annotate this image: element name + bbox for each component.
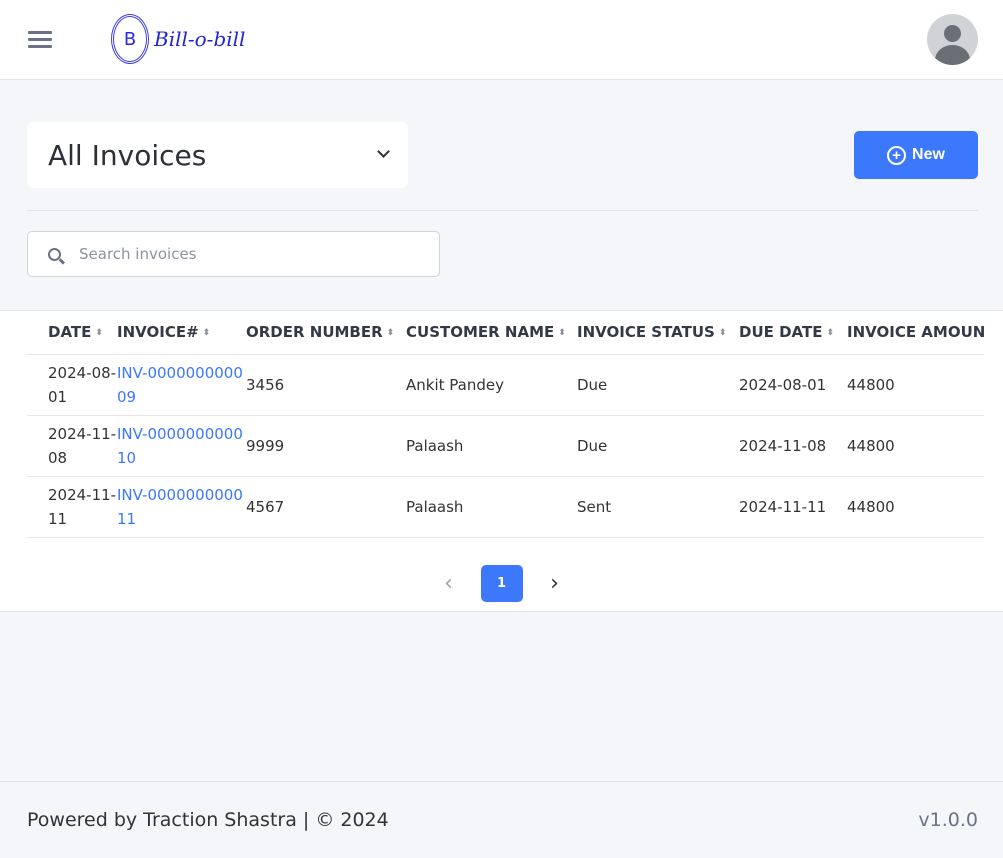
cell-due: 2024-11-08 [739,415,847,477]
new-button-label: New [912,146,945,163]
table-row[interactable]: 2024-11-08 INV-000000000010 9999 Palaash Due… [27,415,984,477]
column-header[interactable]: DATE ⬍ [27,311,117,355]
cell-order: 9999 [246,415,406,477]
column-label: INVOICE# [117,323,199,342]
version: v1.0.0 [918,809,978,831]
column-header[interactable]: INVOICE AMOUN [847,311,984,355]
footer: Powered by Traction Shastra | © 2024 v1.… [0,781,1003,858]
logo[interactable]: B Bill-o-bill [111,14,245,64]
top-bar: B Bill-o-bill [0,0,1003,80]
column-label: ORDER NUMBER [246,323,383,342]
pagination: ‹ 1 › [0,565,1003,602]
logo-mark: B [111,14,149,64]
sort-icon[interactable]: ⬍ [203,328,211,338]
cell-amount: 44800 [847,354,984,416]
cell-due: 2024-11-11 [739,476,847,538]
sort-icon[interactable]: ⬍ [558,328,566,338]
cell-customer: Ankit Pandey [406,354,577,416]
cell-invoice: INV-000000000010 [117,415,246,477]
cell-date: 2024-11-08 [27,415,117,477]
table-row[interactable]: 2024-11-11 INV-000000000011 4567 Palaash Sen… [27,476,984,538]
menu-icon[interactable] [28,31,52,49]
search-icon [48,247,61,261]
page-1-button[interactable]: 1 [480,565,523,602]
new-invoice-button[interactable]: + New [854,131,978,179]
sort-icon[interactable]: ⬍ [95,328,103,338]
cell-customer: Palaash [406,476,577,538]
sort-icon[interactable]: ⬍ [387,328,395,338]
invoice-table-panel: DATE ⬍ INVOICE# ⬍ ORDER NUMBER ⬍ CUSTOMER NAME… [0,310,1003,612]
invoice-link[interactable]: INV-000000000010 [117,425,243,467]
invoice-link[interactable]: INV-000000000009 [117,364,243,406]
logo-text: Bill-o-bill [154,27,246,51]
cell-invoice: INV-000000000011 [117,476,246,538]
sort-icon[interactable]: ⬍ [719,328,727,338]
search-box [27,231,440,277]
column-label: DATE [48,323,92,342]
column-header[interactable]: DUE DATE ⬍ [739,311,847,355]
chevron-down-icon [377,145,390,158]
divider [27,210,978,211]
prev-page-button[interactable]: ‹ [439,571,459,596]
cell-order: 4567 [246,476,406,538]
column-label: CUSTOMER NAME [406,323,555,342]
cell-amount: 44800 [847,415,984,477]
search-input[interactable] [79,245,409,263]
column-header[interactable]: ORDER NUMBER ⬍ [246,311,406,355]
cell-status: Sent [577,476,739,538]
column-label: DUE DATE [739,323,823,342]
table-row[interactable]: 2024-08-01 INV-000000000009 3456 Ankit Pand… [27,354,984,416]
column-label: INVOICE STATUS [577,323,715,342]
invoice-view-dropdown[interactable]: All Invoices [27,122,408,188]
cell-status: Due [577,415,739,477]
column-label: INVOICE AMOUN [847,323,984,342]
cell-due: 2024-08-01 [739,354,847,416]
cell-order: 3456 [246,354,406,416]
cell-customer: Palaash [406,415,577,477]
cell-amount: 44800 [847,476,984,538]
column-header[interactable]: INVOICE# ⬍ [117,311,246,355]
plus-circle-icon: + [887,145,907,165]
cell-date: 2024-08-01 [27,354,117,416]
view-title: All Invoices [48,138,207,172]
next-page-button[interactable]: › [545,571,565,596]
cell-invoice: INV-000000000009 [117,354,246,416]
cell-date: 2024-11-11 [27,476,117,538]
column-header[interactable]: CUSTOMER NAME ⬍ [406,311,577,355]
invoice-link[interactable]: INV-000000000011 [117,486,243,528]
invoice-table: DATE ⬍ INVOICE# ⬍ ORDER NUMBER ⬍ CUSTOMER NAME… [27,311,984,538]
user-avatar[interactable] [927,14,978,65]
sort-icon[interactable]: ⬍ [826,328,834,338]
column-header[interactable]: INVOICE STATUS ⬍ [577,311,739,355]
cell-status: Due [577,354,739,416]
powered-by: Powered by Traction Shastra | © 2024 [27,809,389,831]
